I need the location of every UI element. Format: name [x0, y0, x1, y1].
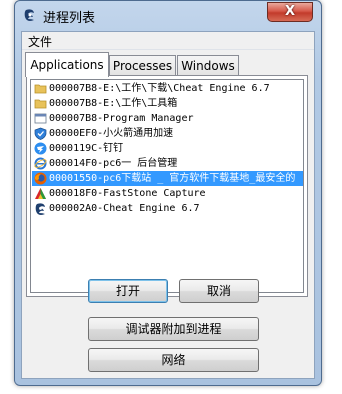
list-item-selected[interactable]: 00001550-pc6下载站 _ 官方软件下载基地_最安全的	[32, 171, 303, 186]
tab-windows[interactable]: Windows	[177, 55, 239, 76]
process-list-window: 进程列表 X 文件 Applications Processes Windows…	[14, 0, 322, 386]
open-button[interactable]: 打开	[88, 279, 168, 303]
window-title: 进程列表	[43, 11, 96, 26]
attach-debugger-button[interactable]: 调试器附加到进程	[88, 317, 259, 341]
network-button[interactable]: 网络	[88, 348, 259, 372]
ie-icon	[34, 157, 47, 170]
title-bar[interactable]: 进程列表 X	[15, 1, 321, 31]
close-button[interactable]: X	[267, 2, 313, 22]
firefox-icon	[34, 172, 47, 185]
list-item[interactable]: 000007B8-E:\工作\工具箱	[32, 96, 303, 111]
dialog-body: 文件 Applications Processes Windows 000007…	[21, 31, 315, 379]
menu-bar: 文件	[22, 32, 314, 50]
applications-panel: 000007B8-E:\工作\下载\Cheat Engine 6.7 00000…	[26, 75, 308, 297]
list-item[interactable]: 00000EF0-小火箭通用加速	[32, 126, 303, 141]
cheat-engine-icon	[24, 9, 34, 21]
menu-file[interactable]: 文件	[28, 33, 52, 50]
dingtalk-icon	[34, 142, 47, 155]
cancel-button[interactable]: 取消	[179, 279, 259, 303]
window-icon	[34, 113, 47, 124]
list-item[interactable]: 000002A0-Cheat Engine 6.7	[32, 201, 303, 216]
folder-icon	[34, 84, 47, 94]
list-item[interactable]: 000018F0-FastStone Capture	[32, 186, 303, 201]
folder-icon	[34, 99, 47, 109]
tab-processes[interactable]: Processes	[109, 55, 176, 76]
process-list[interactable]: 000007B8-E:\工作\下载\Cheat Engine 6.7 00000…	[30, 79, 304, 293]
list-item[interactable]: 000014F0-pc6一 后台管理	[32, 156, 303, 171]
list-item[interactable]: 0000119C-钉钉	[32, 141, 303, 156]
tab-applications[interactable]: Applications	[25, 52, 109, 77]
shield-icon	[34, 127, 47, 140]
list-item[interactable]: 000007B8-Program Manager	[32, 111, 303, 126]
faststone-icon	[35, 188, 46, 199]
cheat-engine-icon	[35, 203, 45, 215]
list-item[interactable]: 000007B8-E:\工作\下载\Cheat Engine 6.7	[32, 81, 303, 96]
